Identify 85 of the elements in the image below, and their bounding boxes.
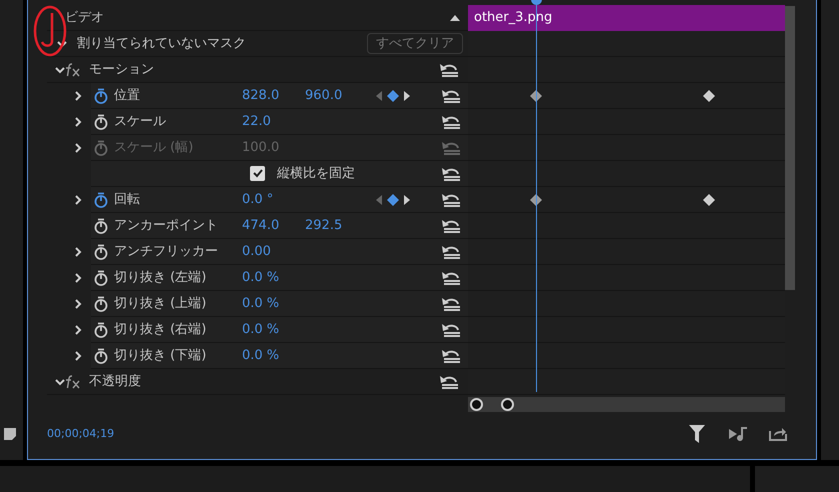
previous-keyframe-icon[interactable] (376, 194, 382, 204)
param-value[interactable]: 292.5 (305, 216, 368, 236)
reset-icon[interactable] (440, 166, 462, 182)
chevron-right-icon[interactable] (73, 247, 83, 257)
timecode[interactable]: 00;00;04;19 (47, 426, 689, 442)
clip-name: other_3.png (474, 9, 552, 28)
stopwatch-icon[interactable] (94, 322, 108, 338)
param-name: 切り抜き (右端) (114, 320, 208, 339)
chevron-right-icon[interactable] (73, 91, 83, 101)
reset-icon[interactable] (440, 244, 462, 260)
previous-keyframe-icon[interactable] (376, 90, 382, 100)
param-name: 回転 (114, 190, 141, 209)
effect-name[interactable]: 不透明度 (89, 372, 438, 392)
chevron-right-icon[interactable] (73, 117, 83, 127)
scrollbar-thumb[interactable] (785, 6, 795, 290)
stopwatch-icon[interactable] (94, 244, 108, 260)
param-value[interactable]: 0.0 ° (242, 190, 305, 210)
param-value[interactable]: 0.0 % (242, 268, 305, 288)
checkbox[interactable] (250, 166, 265, 181)
chevron-down-icon[interactable] (55, 376, 65, 386)
zoom-handle[interactable] (470, 398, 483, 411)
param-name: 切り抜き (下端) (114, 346, 208, 365)
reset-icon[interactable] (440, 270, 462, 286)
stopwatch-icon[interactable] (94, 296, 108, 312)
reset-icon[interactable] (440, 88, 462, 104)
param-value[interactable]: 0.00 (242, 242, 305, 262)
zoom-scrollbar[interactable] (468, 397, 785, 412)
stopwatch-icon[interactable] (94, 348, 108, 364)
param-name: スケール (幅) (114, 138, 194, 157)
fx-icon (65, 62, 81, 76)
reset-icon[interactable] (438, 62, 460, 78)
reset-icon[interactable] (440, 348, 462, 364)
param-name: アンチフリッカー (114, 242, 219, 261)
chevron-right-icon[interactable] (73, 325, 83, 335)
param-value[interactable]: 0.0 % (242, 320, 305, 340)
param-value[interactable]: 22.0 (242, 112, 305, 132)
annotation-circle-drawing (33, 3, 67, 58)
param-value[interactable]: 0.0 % (242, 346, 305, 366)
param-name: スケール (114, 112, 167, 131)
chevron-down-icon[interactable] (57, 38, 67, 48)
stopwatch-icon[interactable] (94, 192, 108, 208)
effect-name[interactable]: モーション (89, 60, 438, 80)
reset-icon[interactable] (440, 296, 462, 312)
param-value[interactable]: 474.0 (242, 216, 305, 236)
mask-label: 割り当てられていないマスク (77, 34, 247, 53)
param-name: 切り抜き (左端) (114, 268, 208, 287)
next-keyframe-icon[interactable] (404, 194, 410, 204)
panel-menu-icon[interactable] (4, 428, 16, 440)
stopwatch-icon[interactable] (94, 88, 108, 104)
playhead-handle[interactable] (531, 0, 542, 5)
checkbox-label[interactable]: 縦横比を固定 (277, 164, 440, 184)
next-keyframe-icon[interactable] (404, 90, 410, 100)
clear-all-button[interactable]: すべてクリア (367, 33, 463, 54)
stopwatch-icon[interactable] (94, 270, 108, 286)
param-value[interactable]: 960.0 (305, 86, 368, 106)
reset-icon[interactable] (440, 218, 462, 234)
param-value: 100.0 (242, 138, 280, 157)
chevron-down-icon[interactable] (55, 64, 65, 74)
chevron-right-icon[interactable] (73, 195, 83, 205)
fx-icon (65, 374, 81, 388)
reset-icon[interactable] (440, 114, 462, 130)
keyframe-icon[interactable] (703, 90, 715, 102)
reset-icon[interactable] (440, 192, 462, 208)
zoom-handle[interactable] (501, 398, 514, 411)
chevron-right-icon[interactable] (73, 299, 83, 309)
stopwatch-icon[interactable] (94, 218, 108, 234)
chevron-right-icon[interactable] (73, 351, 83, 361)
param-value[interactable]: 828.0 (242, 86, 305, 106)
export-icon[interactable] (769, 427, 787, 441)
section-title: ビデオ (65, 8, 105, 27)
reset-icon[interactable] (440, 322, 462, 338)
reset-icon[interactable] (438, 374, 460, 390)
chevron-right-icon[interactable] (73, 273, 83, 283)
stopwatch-icon[interactable] (94, 114, 108, 130)
play-audio-icon[interactable] (729, 427, 749, 441)
collapse-icon[interactable] (450, 14, 460, 21)
param-name: 位置 (114, 86, 141, 105)
param-value[interactable]: 0.0 % (242, 294, 305, 314)
add-keyframe-icon[interactable] (387, 194, 399, 206)
param-name: 切り抜き (上端) (114, 294, 208, 313)
param-name: アンカーポイント (114, 216, 219, 235)
filter-icon[interactable] (689, 425, 705, 443)
add-keyframe-icon[interactable] (387, 90, 399, 102)
keyframe-icon[interactable] (703, 194, 715, 206)
clip-bar[interactable]: other_3.png (468, 5, 785, 31)
